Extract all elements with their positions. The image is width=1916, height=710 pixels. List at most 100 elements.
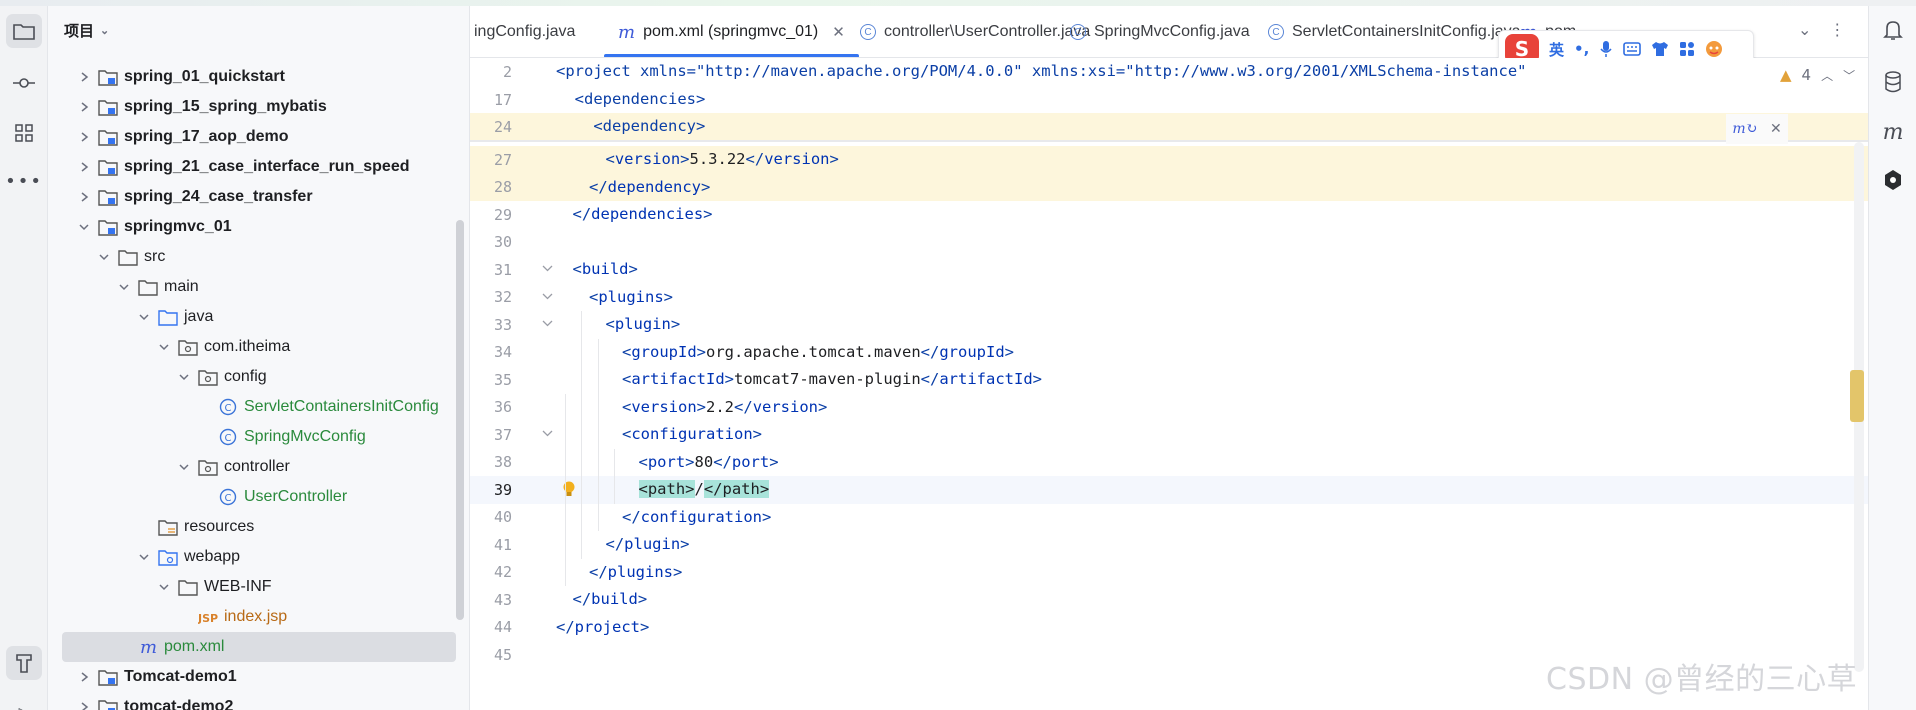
fold-toggle-icon[interactable] (542, 318, 556, 331)
chevron-right-icon[interactable] (76, 699, 92, 710)
code-line[interactable]: 41 </plugin> (470, 531, 1868, 559)
project-scrollbar[interactable] (456, 220, 464, 620)
chevron-down-icon[interactable] (76, 219, 92, 235)
tree-item[interactable]: springmvc_01 (48, 212, 470, 242)
module-folder-icon (98, 698, 118, 710)
tree-item[interactable]: java (48, 302, 470, 332)
code-line[interactable]: 28 </dependency> (470, 173, 1868, 201)
build-tool-button[interactable] (6, 646, 42, 680)
code-token: </ (745, 150, 765, 168)
tree-item-label: pom.xml (164, 638, 225, 655)
more-tools-button[interactable]: ••• (5, 164, 42, 198)
tree-item[interactable]: resources (48, 512, 470, 542)
code-token: configuration (640, 507, 762, 526)
fold-toggle-icon[interactable] (542, 263, 556, 276)
fold-toggle-icon[interactable] (542, 428, 556, 441)
code-line[interactable]: 27 <version>5.3.22</version> (470, 146, 1868, 174)
notifications-button[interactable] (1879, 16, 1907, 44)
chevron-right-icon[interactable] (76, 669, 92, 685)
chevron-down-icon[interactable]: ﹀ (1843, 67, 1855, 84)
tree-item[interactable]: com.itheima (48, 332, 470, 362)
code-line[interactable]: 40 </configuration> (470, 504, 1868, 532)
tree-item[interactable]: C ServletContainersInitConfig (48, 392, 470, 422)
code-token: </ (920, 370, 940, 388)
chevron-right-icon[interactable] (76, 159, 92, 175)
tree-item[interactable]: C SpringMvcConfig (48, 422, 470, 452)
java-class-icon: C (218, 428, 238, 446)
maven-reload-icon[interactable]: m↻ (1732, 121, 1757, 137)
tree-item[interactable]: tomcat-demo2 (48, 692, 470, 710)
code-line[interactable]: 44 </project> (470, 614, 1868, 642)
code-text: </plugin> (606, 535, 690, 553)
close-icon[interactable]: ✕ (1770, 121, 1782, 137)
code-line[interactable]: 32 <plugins> (470, 284, 1868, 312)
chevron-right-icon[interactable] (76, 189, 92, 205)
code-line[interactable]: 39 <path>/</path> (470, 476, 1868, 504)
code-line[interactable]: 35 <artifactId>tomcat7-maven-plugin</arti… (470, 366, 1868, 394)
chevron-down-icon[interactable] (156, 339, 172, 355)
chevron-down-icon[interactable] (176, 459, 192, 475)
commit-tool-button[interactable] (6, 66, 42, 100)
code-line[interactable]: 31 <build> (470, 256, 1868, 284)
chevron-right-icon[interactable] (76, 99, 92, 115)
code-line[interactable]: 37 <configuration> (470, 421, 1868, 449)
inspection-widget[interactable]: ▲ 4 ︿ ﹀ (1780, 66, 1855, 84)
code-line[interactable]: 34 <groupId>org.apache.tomcat.maven</grou… (470, 339, 1868, 367)
tree-item[interactable]: m pom.xml (62, 632, 456, 662)
tree-item[interactable]: WEB-INF (48, 572, 470, 602)
project-tool-button[interactable] (6, 14, 42, 48)
sticky-code-line[interactable]: 24 <dependency> (470, 113, 1868, 140)
tree-item[interactable]: src (48, 242, 470, 272)
chevron-down-icon[interactable] (136, 309, 152, 325)
chevron-down-icon[interactable] (176, 369, 192, 385)
code-text: <artifactId>tomcat7-maven-plugin</artifa… (622, 370, 1042, 388)
tree-item[interactable]: spring_15_spring_mybatis (48, 92, 470, 122)
code-line[interactable]: 42 </plugins> (470, 559, 1868, 587)
run-tool-button[interactable]: ▷ (6, 696, 42, 710)
sticky-code-line[interactable]: 17 <dependencies> (470, 86, 1868, 113)
code-token: < (622, 342, 632, 361)
tree-item[interactable]: spring_24_case_transfer (48, 182, 470, 212)
tree-item[interactable]: config (48, 362, 470, 392)
code-text: <version>5.3.22</version> (606, 150, 839, 168)
tree-item[interactable]: spring_01_quickstart (48, 62, 470, 92)
code-line[interactable]: 33 <plugin> (470, 311, 1868, 339)
ai-assistant-button[interactable] (1879, 166, 1907, 194)
code-token: </ (556, 617, 575, 636)
chevron-up-icon[interactable]: ︿ (1821, 67, 1833, 84)
code-line[interactable]: 29 </dependencies> (470, 201, 1868, 229)
chevron-right-icon[interactable] (76, 69, 92, 85)
tree-item[interactable]: C UserController (48, 482, 470, 512)
tree-item[interactable]: controller (48, 452, 470, 482)
project-panel-header[interactable]: 项目 ⌄ (64, 20, 109, 41)
fold-toggle-icon[interactable] (542, 291, 556, 304)
code-line[interactable]: 30 (470, 229, 1868, 257)
tree-item[interactable]: Tomcat-demo1 (48, 662, 470, 692)
chevron-down-icon[interactable] (116, 279, 132, 295)
code-line[interactable]: 36 <version>2.2</version> (470, 394, 1868, 422)
tree-item-label: WEB-INF (204, 578, 272, 595)
maven-button[interactable]: m (1879, 118, 1907, 146)
database-button[interactable] (1879, 68, 1907, 96)
code-token: > (685, 452, 695, 471)
chevron-down-icon[interactable] (96, 249, 112, 265)
folder-icon (138, 278, 158, 296)
chevron-right-icon[interactable] (76, 129, 92, 145)
structure-tool-button[interactable] (6, 116, 42, 150)
code-line[interactable]: 38 <port>80</port> (470, 449, 1868, 477)
code-text: </dependencies> (573, 205, 713, 223)
module-folder-icon (98, 128, 118, 146)
editor-scroll-marker[interactable] (1850, 370, 1864, 422)
sticky-code-line[interactable]: 2 <project xmlns="http://maven.apache.org… (470, 58, 1868, 85)
code-line[interactable]: 43 </build> (470, 586, 1868, 614)
code-token: build (581, 260, 629, 278)
code-token: > (640, 617, 650, 636)
chevron-down-icon[interactable] (156, 579, 172, 595)
tree-item[interactable]: JSP index.jsp (48, 602, 470, 632)
tree-item[interactable]: spring_17_aop_demo (48, 122, 470, 152)
tree-item[interactable]: main (48, 272, 470, 302)
tree-item[interactable]: spring_21_case_interface_run_speed (48, 152, 470, 182)
tree-item[interactable]: webapp (48, 542, 470, 572)
chevron-down-icon[interactable] (136, 549, 152, 565)
